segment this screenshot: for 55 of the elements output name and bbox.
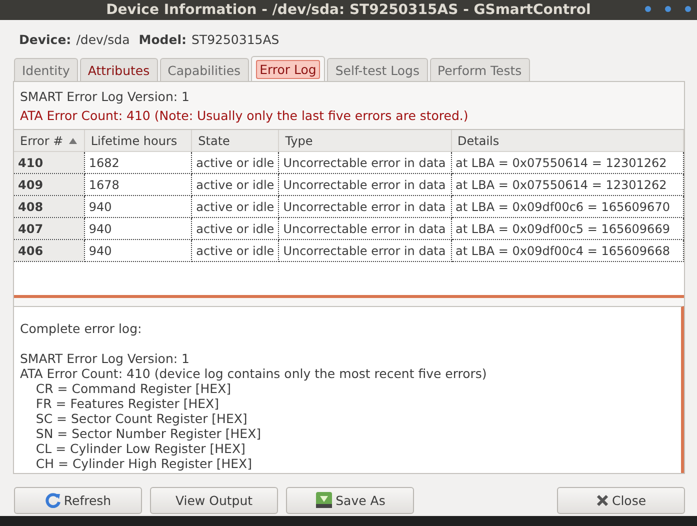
table-cell: 408 (14, 196, 84, 218)
column-header[interactable]: Lifetime hours (84, 130, 192, 152)
window-title: Device Information - /dev/sda: ST9250315AS - GSmartControl (106, 2, 591, 18)
table-cell: 940 (84, 196, 192, 218)
column-header[interactable]: Type (278, 130, 452, 152)
table-cell: 407 (14, 218, 84, 240)
close-icon (596, 494, 609, 506)
table-cell: 940 (84, 218, 192, 240)
table-cell: 409 (14, 174, 84, 196)
window-control-icon[interactable] (645, 6, 651, 12)
device-value: /dev/sda (76, 32, 130, 46)
column-header[interactable]: Error # (14, 130, 84, 152)
table-cell: Uncorrectable error in data (278, 240, 452, 262)
table-cell: Uncorrectable error in data (278, 218, 452, 240)
model-label: Model: (138, 32, 186, 46)
sort-arrow-icon (69, 138, 78, 144)
table-cell: Uncorrectable error in data (278, 152, 452, 174)
dialog-button[interactable]: Close (557, 486, 685, 514)
table-cell: 406 (14, 240, 84, 262)
tab[interactable]: Identity (14, 58, 78, 81)
table-cell: at LBA = 0x07550614 = 12301262 (451, 174, 684, 196)
tab[interactable]: Perform Tests (430, 58, 530, 81)
log-version-text: SMART Error Log Version: 1 (20, 88, 191, 106)
tab[interactable]: Attributes (80, 58, 158, 81)
device-label: Device: (19, 32, 72, 46)
refresh-icon (44, 492, 61, 508)
table-cell: active or idle (192, 196, 279, 218)
dialog-button[interactable]: Save As (286, 486, 414, 514)
save-icon (314, 491, 333, 509)
table-cell: at LBA = 0x09df00c4 = 165609668 (451, 240, 684, 262)
dialog-button[interactable]: View Output (150, 486, 278, 514)
tab[interactable]: Self-test Logs (327, 58, 428, 81)
table-cell: 940 (84, 240, 192, 262)
table-cell: active or idle (192, 218, 279, 240)
window-control-icon[interactable] (685, 6, 691, 12)
table-cell: at LBA = 0x09df00c6 = 165609670 (451, 196, 684, 218)
model-value: ST9250315AS (192, 32, 280, 46)
column-header[interactable]: State (192, 130, 279, 152)
table-cell: active or idle (192, 174, 279, 196)
table-cell: Uncorrectable error in data (278, 196, 452, 218)
tab[interactable]: Error Log (250, 56, 326, 81)
table-cell: 410 (14, 152, 84, 174)
table-cell: at LBA = 0x09df00c5 = 165609669 (451, 218, 684, 240)
dialog-button[interactable]: Refresh (14, 486, 142, 514)
window-control-icon[interactable] (665, 6, 671, 12)
tab[interactable]: Capabilities (160, 58, 249, 81)
table-cell: at LBA = 0x07550614 = 12301262 (451, 152, 684, 174)
table-cell: Uncorrectable error in data (278, 174, 452, 196)
column-header[interactable]: Details (451, 130, 684, 152)
error-count-text: ATA Error Count: 410 (Note: Usually only the last five errors are stored.) (20, 107, 470, 125)
table-cell: 1682 (84, 152, 192, 174)
table-cell: active or idle (192, 240, 279, 262)
table-cell: active or idle (192, 152, 279, 174)
table-cell: 1678 (84, 174, 192, 196)
error-log-text: Complete error log: SMART Error Log Version: 1 ATA Error Count: 410 (device log contains only the most recent five errors) CR = Command Register [HEX] FR = Features Register [HEX] SC = Sector Count Register [HEX] SN = Sector Number Register [HEX] CL = Cylinder Low Register [HEX] CH = Cylinder High Register [HEX] (14, 306, 684, 473)
